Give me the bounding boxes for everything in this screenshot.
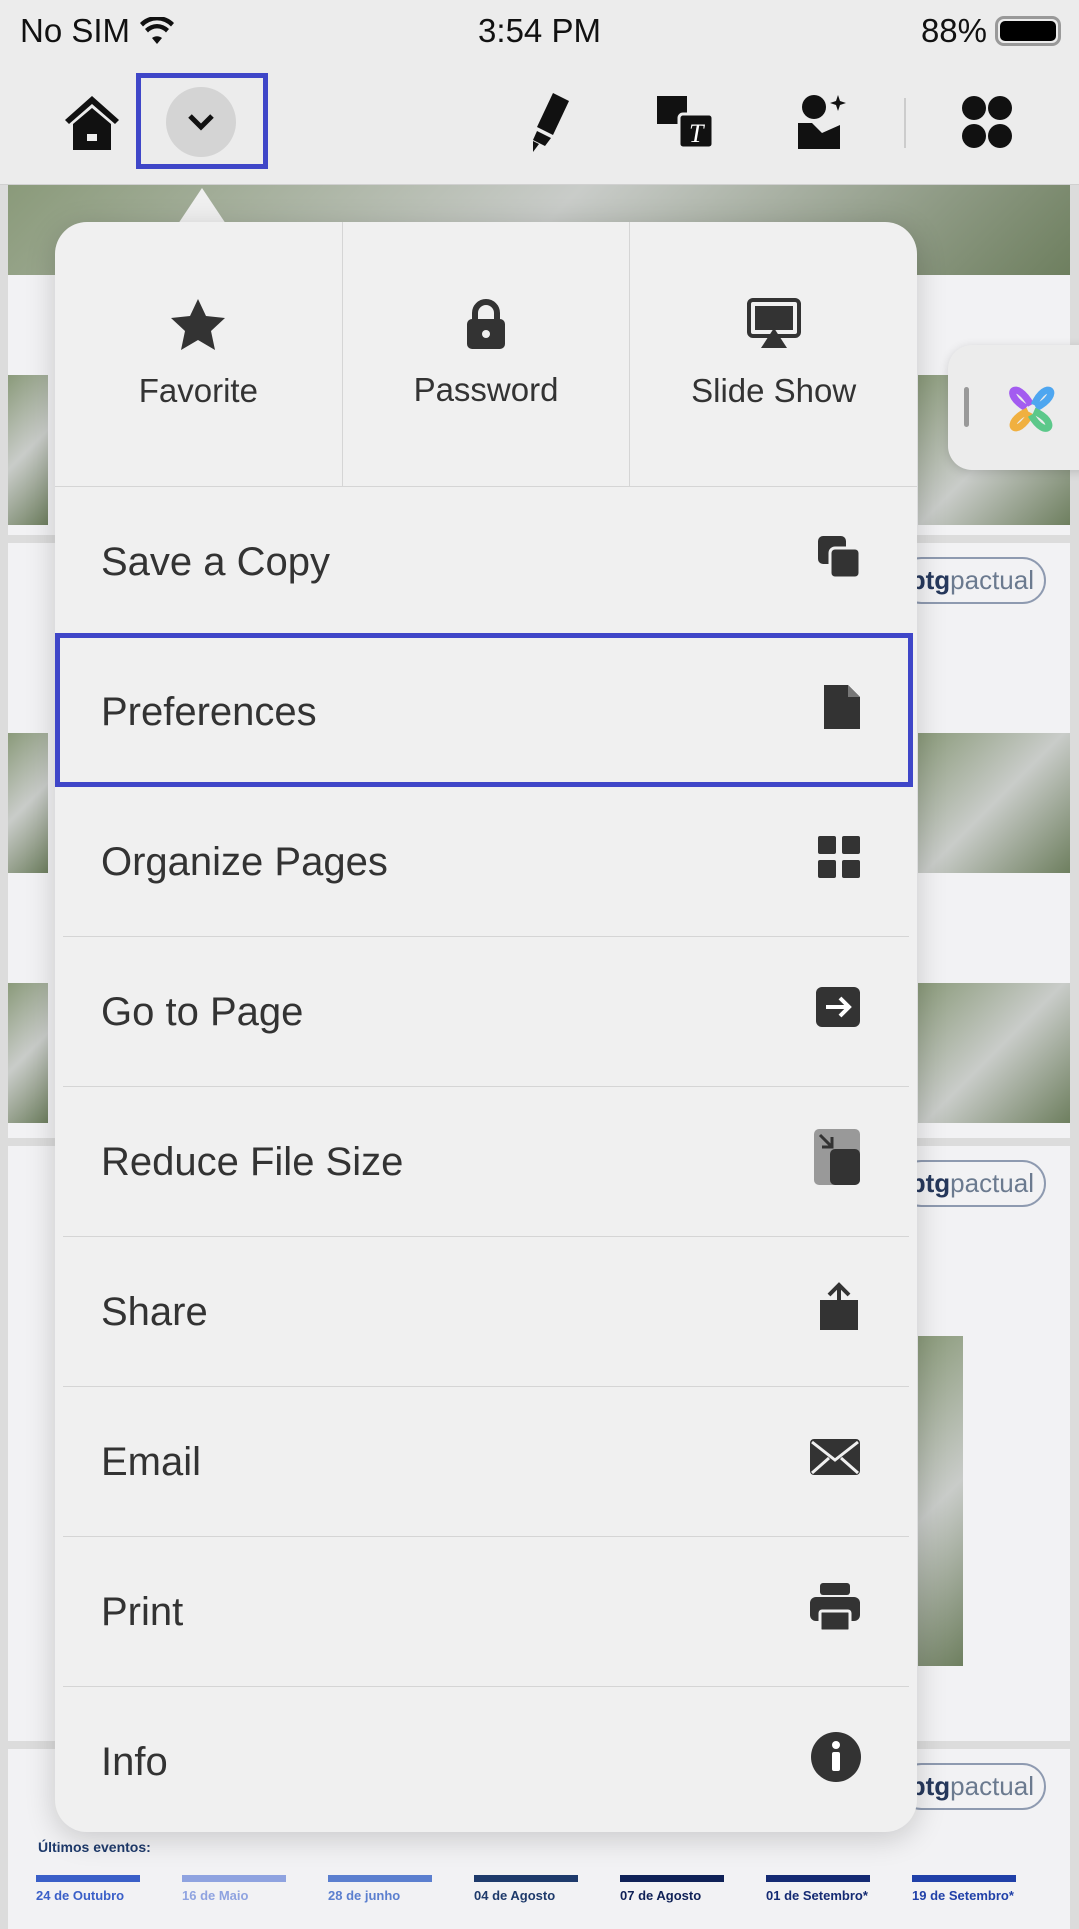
battery-percent: 88% <box>920 12 987 49</box>
menu-item-label: Print <box>101 1589 184 1634</box>
event-card: 28 de junho <box>328 1875 432 1903</box>
menu-item-label: Save a Copy <box>101 539 331 584</box>
annotate-button[interactable] <box>516 90 580 154</box>
reduce-file-icon <box>812 1127 862 1197</box>
menu-item-share[interactable]: Share <box>55 1237 917 1387</box>
menu-item-label: Reduce File Size <box>101 1139 404 1184</box>
btg-logo: btgpactual <box>897 557 1046 604</box>
event-card: 07 de Agosto <box>620 1875 724 1903</box>
highlighter-icon <box>533 93 569 152</box>
svg-text:T: T <box>689 119 705 148</box>
clover-grid-icon <box>962 96 1012 148</box>
event-card: 04 de Agosto <box>474 1875 578 1903</box>
star-icon <box>171 299 226 350</box>
menu-item-organize-pages[interactable]: Organize Pages <box>55 787 917 937</box>
events-heading: Últimos eventos: <box>38 1839 151 1855</box>
password-button[interactable]: Password <box>343 222 631 486</box>
menu-item-reduce-file-size[interactable]: Reduce File Size <box>55 1087 917 1237</box>
menu-item-info[interactable]: Info <box>55 1687 917 1837</box>
menu-caret <box>178 188 226 224</box>
info-icon <box>810 1731 862 1793</box>
edit-text-image-button[interactable]: T <box>653 90 717 154</box>
apps-button[interactable] <box>955 90 1019 154</box>
menu-item-go-to-page[interactable]: Go to Page <box>55 937 917 1087</box>
menu-item-label: Email <box>101 1439 202 1484</box>
btg-logo: btgpactual <box>897 1160 1046 1207</box>
event-card: 24 de Outubro <box>36 1875 140 1903</box>
sign-button[interactable] <box>790 90 854 154</box>
toolbar: T <box>0 62 1079 185</box>
favorite-button[interactable]: Favorite <box>55 222 343 486</box>
menu-item-email[interactable]: Email <box>55 1387 917 1537</box>
drag-handle[interactable] <box>964 387 969 427</box>
menu-item-label: Info <box>101 1739 168 1784</box>
toolbar-divider <box>904 98 906 148</box>
menu-item-save-a-copy[interactable]: Save a Copy <box>55 487 917 637</box>
highlight-box <box>136 73 268 169</box>
password-label: Password <box>413 371 559 408</box>
printer-icon <box>808 1581 862 1643</box>
share-icon <box>816 1282 862 1342</box>
lock-icon <box>467 299 505 349</box>
copy-icon <box>816 534 862 590</box>
more-options-menu: Favorite Password Slide Show Save a Copy… <box>55 222 917 1832</box>
envelope-icon <box>808 1437 862 1487</box>
event-card: 01 de Setembro* <box>766 1875 870 1903</box>
ai-assistant-icon <box>1009 386 1055 432</box>
slideshow-icon <box>746 298 801 348</box>
slide-show-button[interactable]: Slide Show <box>630 222 917 486</box>
image-text-icon: T <box>657 96 715 150</box>
arrow-right-box-icon <box>814 985 862 1039</box>
assistant-widget[interactable] <box>948 345 1079 470</box>
status-bar: No SIM 3:54 PM 88% <box>0 0 1079 62</box>
event-card: 16 de Maio <box>182 1875 286 1903</box>
home-button[interactable] <box>60 90 124 154</box>
slide-show-label: Slide Show <box>691 372 857 409</box>
btg-logo: btgpactual <box>897 1763 1046 1810</box>
menu-item-label: Share <box>101 1289 208 1334</box>
menu-item-print[interactable]: Print <box>55 1537 917 1687</box>
favorite-label: Favorite <box>138 372 258 409</box>
home-icon <box>65 96 119 150</box>
menu-item-label: Organize Pages <box>101 839 388 884</box>
clock: 3:54 PM <box>478 12 601 49</box>
menu-item-label: Go to Page <box>101 989 304 1034</box>
highlight-box <box>55 633 913 787</box>
event-card: 19 de Setembro* <box>912 1875 1016 1903</box>
person-sparkle-icon <box>798 95 846 149</box>
grid-icon <box>816 834 862 890</box>
battery-icon <box>995 16 1061 46</box>
